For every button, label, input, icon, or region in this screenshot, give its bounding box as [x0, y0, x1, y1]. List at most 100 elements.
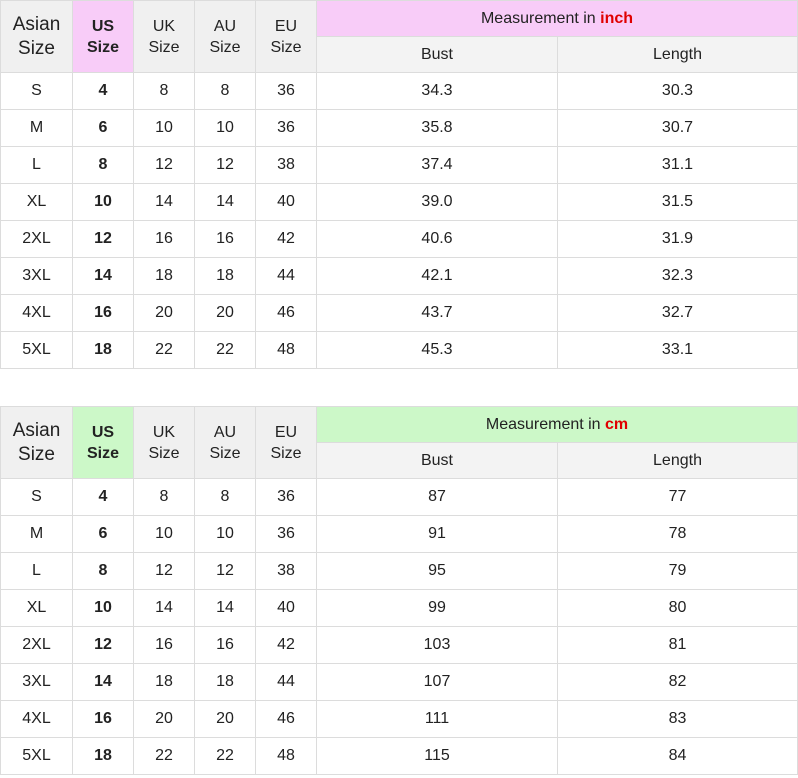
- cell-length: 30.7: [557, 109, 798, 147]
- cell-au-size: 22: [194, 737, 256, 775]
- cell-eu-size: 38: [255, 146, 317, 184]
- cell-bust: 43.7: [316, 294, 558, 332]
- header-eu-line1: EU: [274, 423, 298, 441]
- cell-eu-size: 48: [255, 737, 317, 775]
- cell-length: 33.1: [557, 331, 798, 369]
- header-uk-size: UK Size: [133, 406, 195, 479]
- header-au-size: AU Size: [194, 0, 256, 73]
- header-asian-line2: Size: [18, 37, 55, 59]
- cell-bust: 40.6: [316, 220, 558, 258]
- cell-eu-size: 44: [255, 663, 317, 701]
- cell-eu-size: 38: [255, 552, 317, 590]
- cell-au-size: 20: [194, 294, 256, 332]
- header-asian-size: Asian Size: [0, 406, 73, 479]
- cell-us-size: 12: [72, 220, 134, 258]
- cell-bust: 42.1: [316, 257, 558, 295]
- cell-au-size: 14: [194, 183, 256, 221]
- header-asian-line1: Asian: [12, 13, 61, 35]
- cell-us-size: 12: [72, 626, 134, 664]
- cell-au-size: 8: [194, 72, 256, 110]
- measurement-header: Measurement in cm: [315, 406, 798, 443]
- cell-us-size: 16: [72, 700, 134, 738]
- cell-asian-size: 3XL: [0, 663, 73, 701]
- cell-uk-size: 20: [133, 294, 195, 332]
- cell-length: 82: [556, 663, 798, 701]
- cell-bust: 87: [316, 478, 558, 516]
- header-au-line1: AU: [213, 17, 237, 35]
- cell-uk-size: 18: [133, 257, 195, 295]
- cell-uk-size: 14: [133, 183, 195, 221]
- cell-uk-size: 8: [133, 478, 195, 516]
- table-row: XL 10 14 14 40 99 80: [0, 589, 798, 627]
- cell-eu-size: 36: [255, 515, 317, 553]
- cell-au-size: 12: [194, 552, 256, 590]
- cell-bust: 37.4: [316, 146, 558, 184]
- header-eu-size: EU Size: [255, 406, 317, 479]
- header-eu-size: EU Size: [255, 0, 317, 73]
- cell-asian-size: XL: [0, 183, 73, 221]
- cell-au-size: 16: [194, 626, 256, 664]
- header-uk-line2: Size: [148, 38, 180, 56]
- cell-us-size: 14: [72, 663, 134, 701]
- cell-uk-size: 12: [133, 552, 195, 590]
- cell-au-size: 18: [194, 257, 256, 295]
- cell-us-size: 4: [72, 72, 134, 110]
- header-us-line2: Size: [86, 38, 119, 56]
- cell-us-size: 4: [72, 478, 134, 516]
- cell-asian-size: XL: [0, 589, 73, 627]
- measurement-unit: cm: [605, 416, 629, 433]
- cell-uk-size: 22: [133, 737, 195, 775]
- cell-asian-size: M: [0, 515, 73, 553]
- header-length: Length: [556, 442, 798, 479]
- cell-uk-size: 10: [133, 109, 195, 147]
- cell-eu-size: 36: [255, 478, 317, 516]
- cell-us-size: 8: [72, 552, 134, 590]
- cell-length: 77: [556, 478, 798, 516]
- cell-uk-size: 12: [133, 146, 195, 184]
- cell-asian-size: L: [0, 552, 73, 590]
- cell-asian-size: 2XL: [0, 220, 73, 258]
- cell-au-size: 12: [194, 146, 256, 184]
- cell-length: 32.7: [557, 294, 798, 332]
- header-us-size: US Size: [72, 0, 134, 73]
- cell-us-size: 6: [72, 515, 134, 553]
- cell-bust: 39.0: [316, 183, 558, 221]
- cell-eu-size: 36: [255, 72, 317, 110]
- cell-au-size: 16: [194, 220, 256, 258]
- cell-length: 80: [556, 589, 798, 627]
- cell-us-size: 10: [72, 183, 134, 221]
- cell-asian-size: 4XL: [0, 700, 73, 738]
- cell-uk-size: 16: [133, 626, 195, 664]
- cell-bust: 111: [316, 700, 558, 738]
- cell-length: 84: [556, 737, 798, 775]
- cell-eu-size: 36: [255, 109, 317, 147]
- header-au-line1: AU: [213, 423, 237, 441]
- cell-asian-size: 5XL: [0, 331, 73, 369]
- cell-au-size: 10: [194, 109, 256, 147]
- cell-eu-size: 46: [255, 294, 317, 332]
- cell-us-size: 16: [72, 294, 134, 332]
- header-bust: Bust: [316, 442, 558, 479]
- cell-au-size: 8: [194, 478, 256, 516]
- header-uk-line1: UK: [152, 17, 176, 35]
- header-eu-line2: Size: [270, 38, 302, 56]
- cell-length: 31.1: [557, 146, 798, 184]
- cell-uk-size: 14: [133, 589, 195, 627]
- cell-uk-size: 8: [133, 72, 195, 110]
- cell-bust: 95: [316, 552, 558, 590]
- table-row: 5XL 18 22 22 48 45.3 33.1: [0, 331, 798, 369]
- cell-au-size: 22: [194, 331, 256, 369]
- size-rows: S 4 8 8 36 87 77 M 6 10 10 36 91 78 L 8 12 12 38 95 79 XL 10 14…: [0, 478, 798, 775]
- measurement-prefix: Measurement in: [480, 10, 601, 27]
- cell-length: 83: [556, 700, 798, 738]
- header-length: Length: [557, 36, 798, 73]
- table-row: L 8 12 12 38 95 79: [0, 552, 798, 590]
- header-eu-line1: EU: [274, 17, 298, 35]
- cell-au-size: 14: [194, 589, 256, 627]
- size-table-inch: Asian Size US Size UK Size AU Size EU Size Me…: [0, 0, 798, 369]
- header-us-line1: US: [91, 17, 115, 35]
- cell-asian-size: 3XL: [0, 257, 73, 295]
- table-row: XL 10 14 14 40 39.0 31.5: [0, 183, 798, 221]
- header-au-size: AU Size: [194, 406, 256, 479]
- cell-uk-size: 20: [133, 700, 195, 738]
